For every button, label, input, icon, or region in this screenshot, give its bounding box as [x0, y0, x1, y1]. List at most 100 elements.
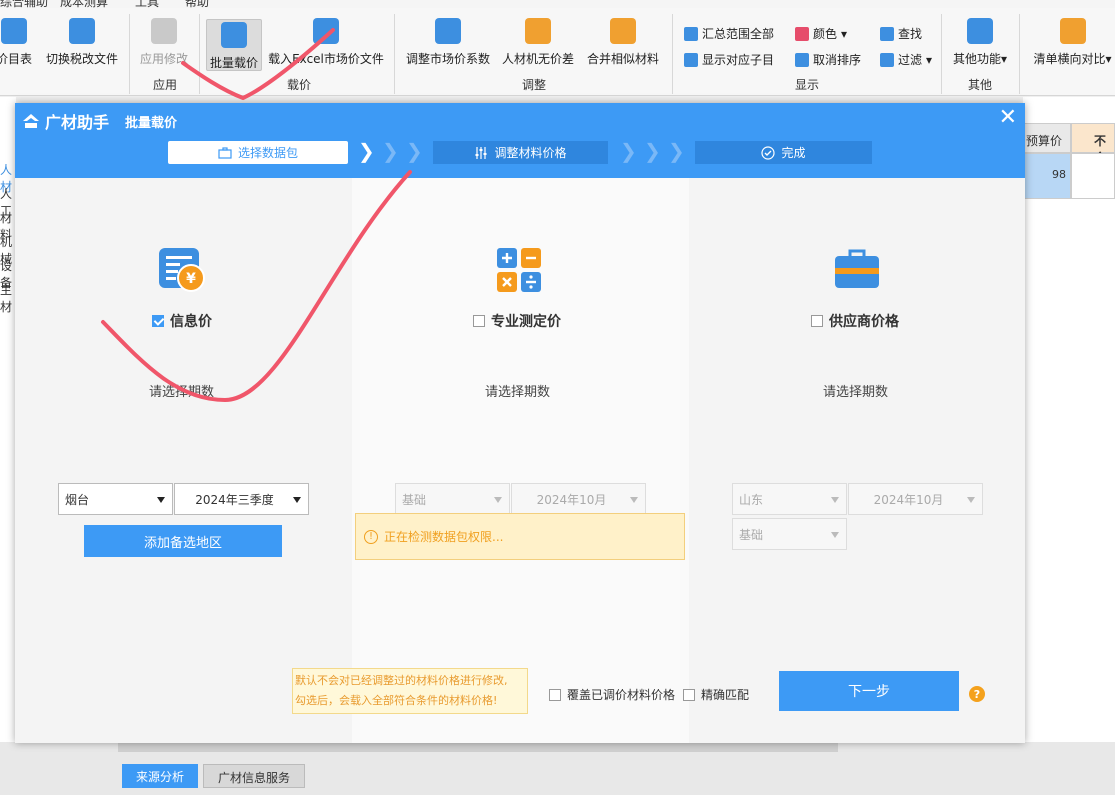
batch-load-button[interactable]: 批量载价 — [206, 19, 262, 71]
period-select[interactable]: 2024年10月 — [511, 483, 646, 515]
load-excel-button[interactable]: 载入Excel市场价文件 — [268, 18, 384, 67]
ribbon-toolbar: 价目表 切换税改文件 应用修改 应用 批量载价 载入Excel市场价文件 载价 … — [0, 8, 1115, 96]
batch-load-dialog: 广材助手 批量载价 ✕ 选择数据包 ❯ ❯ ❯ 调整材料价格 ❯ ❯ ❯ 完成 … — [15, 103, 1025, 743]
menubar: 综合辅助 成本测算 工具 帮助 — [0, 0, 1115, 8]
svg-text:¥: ¥ — [186, 271, 196, 287]
region-select[interactable]: 烟台 — [58, 483, 173, 515]
tree-icon — [684, 52, 698, 67]
info-price-checkbox[interactable]: 信息价 — [152, 311, 212, 331]
summary-icon — [684, 26, 698, 41]
period-select[interactable]: 2024年三季度 — [174, 483, 309, 515]
type-select[interactable]: 基础 — [732, 518, 847, 550]
period-label: 请选择期数 — [485, 385, 551, 400]
chevron-right-icon: ❯ — [644, 139, 661, 163]
period-select[interactable]: 2024年10月 — [848, 483, 983, 515]
dialog-logo: 广材助手 — [21, 109, 109, 133]
professional-price-checkbox[interactable]: 专业测定价 — [473, 311, 561, 331]
column-header[interactable]: 预算价 — [1023, 123, 1071, 153]
tab-source-analysis[interactable]: 来源分析 — [122, 764, 199, 788]
info-price-panel: ¥ 信息价 请选择期数 烟台 2024年三季度 添加备选地区 — [15, 178, 352, 743]
help-icon[interactable]: ? — [969, 686, 985, 702]
chevron-right-icon: ❯ — [358, 139, 375, 163]
calculator-icon — [497, 248, 541, 292]
region-select[interactable]: 基础 — [395, 483, 510, 515]
tax-file-icon — [69, 18, 95, 44]
edit-icon — [151, 18, 177, 44]
checkbox-empty-icon[interactable] — [549, 688, 561, 701]
merge-button[interactable]: 合并相似材料 — [585, 18, 661, 67]
close-icon[interactable]: ✕ — [999, 107, 1017, 129]
catalog-icon — [1, 18, 27, 44]
merge-icon — [610, 18, 636, 44]
tree-panel: 人材 人工 材料 机械 设备 主材 — [0, 97, 16, 747]
adjust-icon — [435, 18, 461, 44]
menu-item[interactable]: 成本测算 — [60, 0, 108, 8]
region-select[interactable]: 山东 — [732, 483, 847, 515]
divider — [394, 14, 395, 94]
binoculars-icon — [880, 26, 894, 41]
step-adjust-price: 调整材料价格 — [433, 141, 608, 164]
price-grid: 预算价 不含 98 — [1023, 97, 1115, 747]
dialog-title: 批量载价 — [125, 116, 178, 131]
divider — [941, 14, 942, 94]
divider — [199, 14, 200, 94]
filter-icon — [880, 52, 894, 67]
grid-cell[interactable]: 98 — [1023, 153, 1071, 199]
color-icon — [795, 26, 809, 41]
column-header[interactable]: 不含 — [1071, 123, 1115, 165]
show-child-button[interactable]: 显示对应子目 — [684, 51, 774, 68]
checkbox-empty-icon[interactable] — [683, 688, 695, 701]
divider — [1019, 14, 1020, 94]
apply-edit-button[interactable]: 应用修改 — [137, 18, 191, 67]
checkbox-empty-icon[interactable] — [811, 315, 823, 327]
chevron-right-icon: ❯ — [406, 139, 423, 163]
batch-price-icon — [221, 22, 247, 48]
chevron-right-icon: ❯ — [382, 139, 399, 163]
next-step-button[interactable]: 下一步 — [779, 671, 959, 711]
exact-match-option[interactable]: 精确匹配 — [683, 686, 749, 703]
adjust-coef-button[interactable]: 调整市场价系数 — [404, 18, 492, 67]
other-func-button[interactable]: 其他功能▾ — [950, 18, 1010, 67]
checkbox-checked-icon[interactable] — [152, 315, 164, 327]
color-button[interactable]: 颜色 ▾ — [795, 25, 847, 42]
filter-button[interactable]: 过滤 ▾ — [880, 51, 932, 68]
supplier-price-panel: 供应商价格 请选择期数 山东 2024年10月 基础 — [689, 178, 1025, 743]
chevron-right-icon: ❯ — [620, 139, 637, 163]
menu-item[interactable]: 综合辅助 — [0, 0, 48, 8]
group-label-load: 载价 — [287, 78, 312, 92]
cancel-sort-button[interactable]: 取消排序 — [795, 51, 861, 68]
price-catalog-button[interactable]: 价目表 — [0, 18, 36, 67]
group-label-apply: 应用 — [153, 78, 178, 92]
step-select-package: 选择数据包 — [168, 141, 348, 164]
menu-item[interactable]: 工具 — [135, 0, 159, 8]
excel-import-icon — [313, 18, 339, 44]
no-diff-button[interactable]: 人材机无价差 — [500, 18, 576, 67]
grid-cell[interactable] — [1071, 153, 1115, 199]
grid-apps-icon — [967, 18, 993, 44]
compare-button[interactable]: 清单横向对比▾ — [1030, 18, 1115, 67]
logo-icon — [23, 114, 39, 128]
menu-item[interactable]: 帮助 — [185, 0, 209, 8]
add-region-button[interactable]: 添加备选地区 — [84, 525, 282, 557]
tree-item[interactable]: 主材 — [0, 281, 16, 315]
checkbox-empty-icon[interactable] — [473, 315, 485, 327]
summary-button[interactable]: 汇总范围全部 — [684, 25, 774, 42]
chevron-right-icon: ❯ — [668, 139, 685, 163]
supplier-price-checkbox[interactable]: 供应商价格 — [811, 311, 899, 331]
cover-adjusted-option[interactable]: 覆盖已调价材料价格 — [549, 686, 675, 703]
period-label: 请选择期数 — [149, 385, 215, 400]
sort-icon — [795, 52, 809, 67]
horizontal-scrollbar[interactable] — [118, 742, 838, 752]
tab-info-service[interactable]: 广材信息服务 — [203, 764, 306, 788]
divider — [672, 14, 673, 94]
warning-icon: ! — [364, 529, 378, 544]
group-label-other: 其他 — [968, 78, 993, 92]
find-button[interactable]: 查找 — [880, 25, 922, 42]
group-label-adjust: 调整 — [522, 78, 547, 92]
info-price-icon: ¥ — [159, 248, 205, 292]
professional-price-panel: 专业测定价 请选择期数 基础 2024年10月 — [352, 178, 689, 743]
step-complete: 完成 — [695, 141, 872, 164]
override-tooltip: 默认不会对已经调整过的材料价格进行修改, 勾选后，会载入全部符合条件的材料价格! — [292, 668, 528, 714]
briefcase-icon — [218, 146, 232, 159]
switch-tax-button[interactable]: 切换税改文件 — [44, 18, 120, 67]
